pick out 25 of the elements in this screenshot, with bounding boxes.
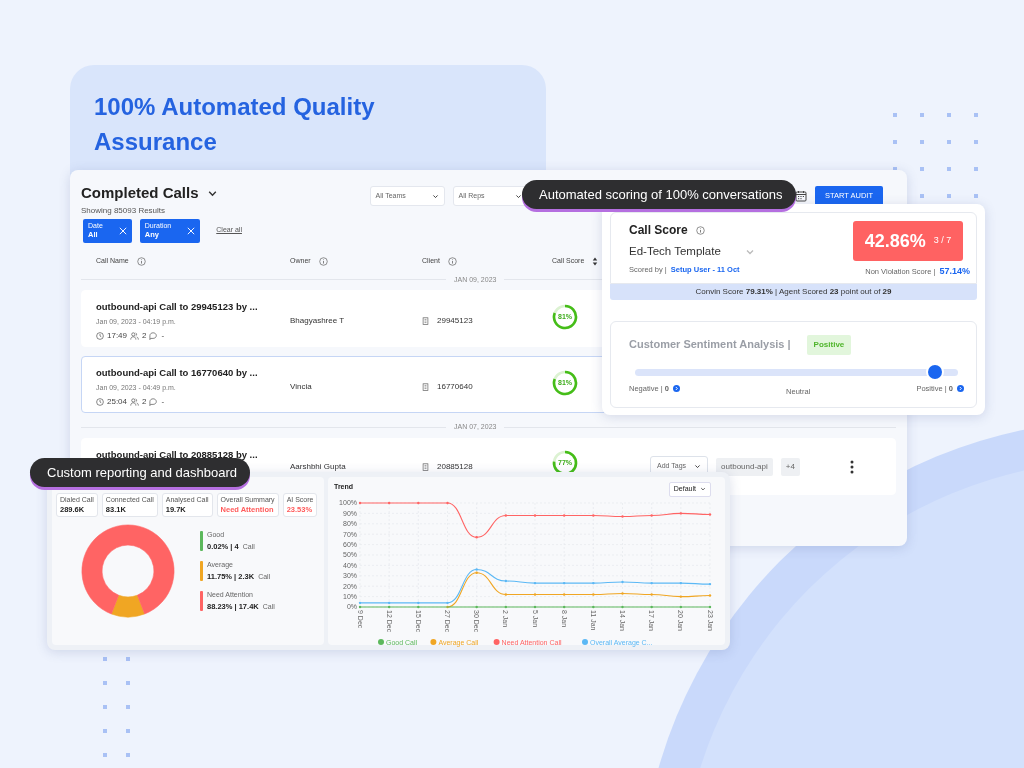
participant-count: 2 [142,329,147,342]
client-number: 16770640 [437,380,473,393]
owner-name: Vincia [290,380,313,393]
more-tags-count: +4 [780,457,800,476]
owner-name: Bhagyashree T [290,314,346,327]
non-violation-score: 57.14% [939,265,970,278]
results-count: Showing 85093 Results [81,204,167,217]
template-name: Ed-Tech Template [629,244,721,259]
panel-title: Completed Calls [81,183,199,203]
call-name: outbound-api Call to 29945123 by ... [96,300,259,314]
owner-name: Aarshbhi Gupta [290,460,347,473]
score-badge: 42.86% 3 / 7 [853,221,963,261]
participant-count: 2 [142,395,147,408]
call-duration: 25:04 [107,395,128,408]
client-number: 20885128 [437,460,473,473]
hero-title: 100% Automated Quality Assurance [94,92,376,157]
comment-count: - [161,395,165,408]
client-number: 29945123 [437,314,473,327]
feature-tooltip: Automated scoring of 100% conversations [522,180,796,209]
card-title: Call Score [629,222,688,239]
sentiment-badge: Positive [806,334,852,355]
tag: outbound-api [716,457,773,476]
call-name: outbound-api Call to 16770640 by ... [96,366,259,380]
comment-count: - [161,329,165,342]
call-duration: 17:49 [107,329,128,342]
